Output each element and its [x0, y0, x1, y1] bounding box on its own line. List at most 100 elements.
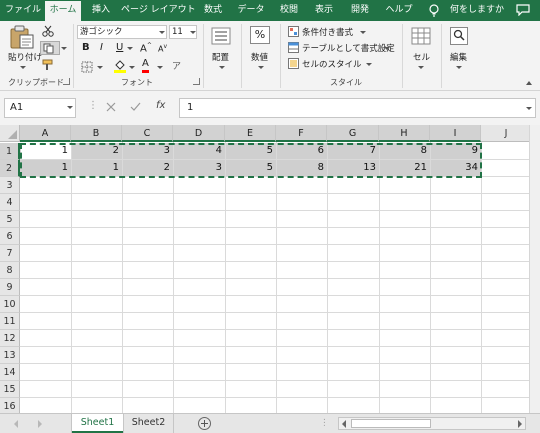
- cells-arrow[interactable]: [418, 66, 424, 69]
- font-name-select[interactable]: 游ゴシック: [77, 25, 167, 39]
- cells-icon[interactable]: [411, 27, 431, 45]
- row-header-5[interactable]: 5: [0, 211, 20, 228]
- column-header-J[interactable]: J: [481, 125, 529, 142]
- column-header-F[interactable]: F: [276, 125, 327, 142]
- scroll-left-icon[interactable]: [342, 420, 346, 428]
- number-label[interactable]: 数値: [251, 51, 268, 63]
- name-box-arrow[interactable]: [67, 106, 73, 109]
- copy-dropdown-arrow[interactable]: [61, 47, 67, 50]
- column-header-B[interactable]: B: [71, 125, 122, 142]
- row-header-6[interactable]: 6: [0, 228, 20, 245]
- borders-arrow[interactable]: [97, 66, 103, 69]
- font-color-button[interactable]: A: [142, 58, 149, 73]
- shrink-font-button[interactable]: Av: [158, 43, 167, 54]
- add-sheet-button[interactable]: [198, 417, 211, 430]
- row-header-2[interactable]: 2: [0, 160, 20, 177]
- row-header-13[interactable]: 13: [0, 347, 20, 364]
- select-all-button[interactable]: [0, 125, 20, 142]
- conditional-formatting-icon[interactable]: [288, 26, 299, 37]
- name-box[interactable]: A1: [4, 98, 76, 118]
- editing-arrow[interactable]: [456, 66, 462, 69]
- row-header-11[interactable]: 11: [0, 313, 20, 330]
- font-launcher[interactable]: [193, 78, 200, 85]
- paste-button-label[interactable]: 貼り付け: [8, 51, 42, 63]
- font-color-arrow[interactable]: [157, 66, 163, 69]
- clipboard-launcher[interactable]: [63, 78, 70, 85]
- row-header-9[interactable]: 9: [0, 279, 20, 296]
- tab-developer[interactable]: 開発: [345, 0, 375, 21]
- column-header-E[interactable]: E: [225, 125, 276, 142]
- row-header-8[interactable]: 8: [0, 262, 20, 279]
- underline-button[interactable]: U: [116, 42, 123, 53]
- copy-button[interactable]: [40, 41, 60, 55]
- column-header-G[interactable]: G: [327, 125, 379, 142]
- next-sheet-icon[interactable]: [38, 420, 42, 428]
- underline-arrow[interactable]: [127, 47, 133, 50]
- font-size-arrow[interactable]: [190, 31, 196, 34]
- formula-input[interactable]: 1: [179, 98, 536, 118]
- tab-formulas[interactable]: 数式: [198, 0, 228, 21]
- fill-color-arrow[interactable]: [129, 66, 135, 69]
- borders-icon[interactable]: [81, 61, 93, 73]
- insert-function-icon[interactable]: fx: [156, 100, 165, 111]
- column-header-C[interactable]: C: [122, 125, 173, 142]
- expand-formula-bar-icon[interactable]: [526, 107, 532, 110]
- tab-review[interactable]: 校閲: [274, 0, 304, 21]
- number-format-button[interactable]: %: [250, 26, 270, 44]
- column-header-H[interactable]: H: [379, 125, 430, 142]
- tab-file[interactable]: ファイル: [3, 0, 43, 21]
- grow-font-button[interactable]: A^: [140, 42, 152, 54]
- paste-icon[interactable]: [9, 25, 35, 49]
- scroll-right-icon[interactable]: [518, 420, 522, 428]
- conditional-formatting-arrow[interactable]: [360, 31, 366, 34]
- enter-icon[interactable]: [130, 102, 141, 112]
- alignment-icon[interactable]: [211, 27, 231, 45]
- tab-split-handle[interactable]: ⋮: [320, 418, 329, 428]
- format-as-table-button[interactable]: テーブルとして書式設定: [302, 42, 395, 54]
- worksheet-grid[interactable]: 1 2 3 4 5 6 7 8 9 10 11 12 13 14 15 16 A B C D E F G H I J 1 2 3 4 5 6 7…: [0, 125, 529, 413]
- prev-sheet-icon[interactable]: [14, 420, 18, 428]
- cancel-icon[interactable]: [106, 102, 116, 112]
- font-name-arrow[interactable]: [159, 31, 165, 34]
- horizontal-scroll-thumb[interactable]: [351, 419, 431, 428]
- conditional-formatting-button[interactable]: 条件付き書式: [302, 26, 353, 38]
- format-painter-icon[interactable]: [42, 59, 56, 71]
- row-header-3[interactable]: 3: [0, 177, 20, 194]
- row-header-14[interactable]: 14: [0, 364, 20, 381]
- tab-view[interactable]: 表示: [309, 0, 339, 21]
- phonetic-button[interactable]: ア: [172, 59, 181, 72]
- row-header-10[interactable]: 10: [0, 296, 20, 313]
- collapse-ribbon-icon[interactable]: [526, 81, 532, 85]
- column-header-A[interactable]: A: [20, 125, 71, 142]
- tab-data[interactable]: データ: [234, 0, 268, 21]
- editing-label[interactable]: 編集: [450, 51, 467, 63]
- tab-home[interactable]: ホーム: [45, 1, 81, 21]
- alignment-arrow[interactable]: [219, 66, 225, 69]
- italic-button[interactable]: I: [100, 42, 103, 53]
- column-header-D[interactable]: D: [173, 125, 225, 142]
- cells-label[interactable]: セル: [413, 51, 430, 63]
- cell-styles-arrow[interactable]: [366, 63, 372, 66]
- format-as-table-arrow[interactable]: [384, 47, 390, 50]
- row-header-15[interactable]: 15: [0, 381, 20, 398]
- sheet-tab-sheet2[interactable]: Sheet2: [124, 414, 174, 433]
- tab-help[interactable]: ヘルプ: [381, 0, 417, 21]
- vertical-scrollbar[interactable]: [529, 125, 540, 413]
- number-arrow[interactable]: [258, 66, 264, 69]
- paste-dropdown-arrow[interactable]: [20, 66, 26, 69]
- sheet-tab-sheet1[interactable]: Sheet1: [72, 414, 123, 433]
- row-header-16[interactable]: 16: [0, 398, 20, 413]
- row-header-4[interactable]: 4: [0, 194, 20, 211]
- cell-styles-icon[interactable]: [288, 58, 299, 69]
- row-header-12[interactable]: 12: [0, 330, 20, 347]
- row-header-1[interactable]: 1: [0, 143, 20, 160]
- tab-insert[interactable]: 挿入: [86, 0, 116, 21]
- fill-color-icon[interactable]: [113, 59, 127, 73]
- tell-me-search[interactable]: 何をしますか: [446, 0, 508, 21]
- format-as-table-icon[interactable]: [288, 42, 299, 53]
- horizontal-scrollbar[interactable]: [338, 417, 526, 430]
- comments-icon[interactable]: [516, 4, 530, 16]
- row-header-7[interactable]: 7: [0, 245, 20, 262]
- alignment-label[interactable]: 配置: [212, 51, 229, 63]
- column-header-I[interactable]: I: [430, 125, 481, 142]
